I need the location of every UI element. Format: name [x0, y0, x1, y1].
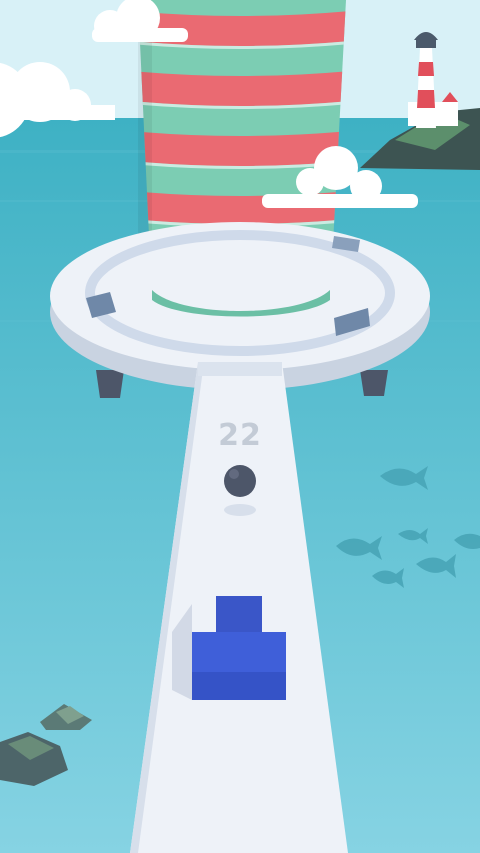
score-counter: 22 — [218, 418, 262, 453]
player-ball — [224, 465, 256, 516]
